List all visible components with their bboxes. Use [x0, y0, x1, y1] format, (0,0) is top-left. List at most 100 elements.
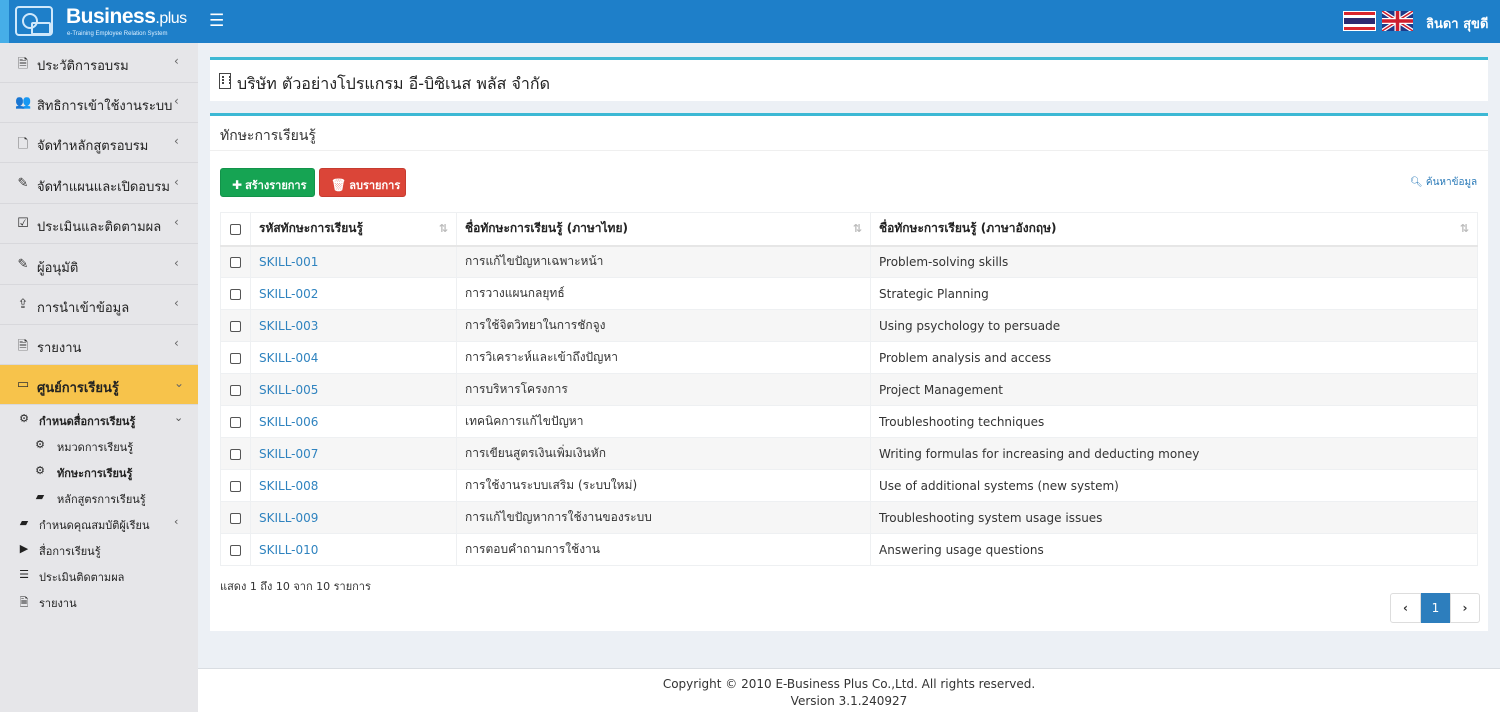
skill-code-link[interactable]: SKILL-008 [259, 479, 318, 493]
table-row[interactable]: SKILL-004 การวิเคราะห์และเข้าถึงปัญหา Pr… [220, 341, 1478, 374]
sidebar-item-reports[interactable]: 🗎 รายงาน ‹ [0, 325, 198, 365]
sidebar-subitem-learning-media-setup[interactable]: ⚙ กำหนดสื่อการเรียนรู้ ⌄ [0, 406, 198, 432]
row-checkbox[interactable] [230, 448, 241, 460]
column-header-name-th[interactable]: ชื่อทักษะการเรียนรู้ (ภาษาไทย) ⇅ [456, 212, 871, 247]
table-row[interactable]: SKILL-009 การแก้ไขปัญหาการใช้งานของระบบ … [220, 501, 1478, 534]
sidebar: 🗎 ประวัติการอบรม ‹ 👥 สิทธิการเข้าใช้งานร… [0, 43, 198, 712]
sidebar-item-data-import[interactable]: ⇪ การนำเข้าข้อมูล ‹ [0, 285, 198, 325]
table-row[interactable]: SKILL-005 การบริหารโครงการ Project Manag… [220, 373, 1478, 406]
row-checkbox[interactable] [230, 384, 241, 396]
logo-subtitle: e-Training Employee Relation System [67, 31, 168, 37]
uk-flag-icon[interactable] [1382, 11, 1413, 31]
sidebar-subitem-reports[interactable]: 🗎 รายงาน [0, 588, 198, 614]
sidebar-subitem-label: กำหนดสื่อการเรียนรู้ [39, 415, 136, 428]
select-all-cell [220, 212, 251, 247]
sidebar-subitem-label: กำหนดคุณสมบัติผู้เรียน [39, 519, 150, 532]
column-header-name-en[interactable]: ชื่อทักษะการเรียนรู้ (ภาษาอังกฤษ) ⇅ [870, 212, 1478, 247]
table-row[interactable]: SKILL-010 การตอบคำถามการใช้งาน Answering… [220, 533, 1478, 566]
sidebar-subitem-label: หมวดการเรียนรู้ [57, 441, 134, 454]
row-select-cell [220, 533, 251, 566]
sidebar-item-training-history[interactable]: 🗎 ประวัติการอบรม ‹ [0, 43, 198, 83]
table-row[interactable]: SKILL-008 การใช้งานระบบเสริม (ระบบใหม่) … [220, 469, 1478, 502]
skill-code-link[interactable]: SKILL-002 [259, 287, 318, 301]
row-checkbox[interactable] [230, 256, 241, 268]
row-checkbox[interactable] [230, 320, 241, 332]
sidebar-subitem-learning-categories[interactable]: ⚙ หมวดการเรียนรู้ [0, 432, 198, 458]
row-checkbox[interactable] [230, 544, 241, 556]
sidebar-item-evaluation[interactable]: ☑ ประเมินและติดตามผล ‹ [0, 204, 198, 244]
skill-name-en-cell: Problem analysis and access [870, 341, 1478, 374]
upload-icon: ⇪ [17, 297, 29, 312]
next-page-button[interactable]: › [1450, 593, 1480, 623]
sidebar-subitem-learning-skills[interactable]: ⚙ ทักษะการเรียนรู้ [0, 458, 198, 484]
table-row[interactable]: SKILL-007 การเขียนสูตรเงินเพิ่มเงินหัก W… [220, 437, 1478, 470]
table-row[interactable]: SKILL-003 การใช้จิตวิทยาในการชักจูง Usin… [220, 309, 1478, 342]
skill-name-th-cell: การวิเคราะห์และเข้าถึงปัญหา [456, 341, 871, 374]
table-row[interactable]: SKILL-002 การวางแผนกลยุทธ์ Strategic Pla… [220, 277, 1478, 310]
select-all-checkbox[interactable] [230, 223, 241, 235]
row-checkbox[interactable] [230, 416, 241, 428]
previous-page-button[interactable]: ‹ [1390, 593, 1421, 623]
list-icon: ☰ [19, 568, 29, 581]
chevron-left-icon: ‹ [174, 134, 179, 148]
chevron-left-icon: ‹ [174, 336, 179, 350]
skill-code-cell: SKILL-001 [250, 245, 457, 278]
skill-code-link[interactable]: SKILL-001 [259, 255, 318, 269]
gear-icon: ⚙ [35, 438, 45, 451]
delete-button[interactable]: 🗑 ลบรายการ [319, 168, 406, 197]
pdf-icon: 🗎 [17, 339, 29, 354]
sidebar-subitem-follow-up-evaluation[interactable]: ☰ ประเมินติดตามผล [0, 562, 198, 588]
app-logo[interactable]: Business.plus e-Training Employee Relati… [0, 0, 198, 43]
sidebar-item-learning-center[interactable]: ▭ ศูนย์การเรียนรู้ ⌄ [0, 365, 198, 405]
skill-code-link[interactable]: SKILL-007 [259, 447, 318, 461]
skill-name-en-cell: Project Management [870, 373, 1478, 406]
gear-icon: ⚙ [35, 464, 45, 477]
skill-code-link[interactable]: SKILL-006 [259, 415, 318, 429]
row-checkbox[interactable] [230, 512, 241, 524]
skill-code-cell: SKILL-009 [250, 501, 457, 534]
sort-icon: ⇅ [1459, 222, 1469, 235]
delete-button-label: ลบรายการ [349, 179, 401, 192]
sidebar-item-course-setup[interactable]: 🗋 จัดทำหลักสูตรอบรม ‹ [0, 123, 198, 163]
search-link[interactable]: 🔍︎ ค้นหาข้อมูล [1410, 175, 1477, 190]
edit-icon: ✎ [17, 176, 29, 191]
menu-toggle-icon[interactable]: ☰ [209, 11, 224, 31]
column-header-code[interactable]: รหัสทักษะการเรียนรู้ ⇅ [250, 212, 457, 247]
skill-name-th-cell: การบริหารโครงการ [456, 373, 871, 406]
skill-code-link[interactable]: SKILL-003 [259, 319, 318, 333]
version-text: Version 3.1.240927 [790, 694, 908, 708]
sidebar-item-access-rights[interactable]: 👥 สิทธิการเข้าใช้งานระบบ ‹ [0, 83, 198, 123]
sidebar-subitem-learning-media[interactable]: ▶ สื่อการเรียนรู้ [0, 536, 198, 562]
skill-code-cell: SKILL-003 [250, 309, 457, 342]
sidebar-item-label: ประวัติการอบรม [37, 59, 129, 74]
create-button[interactable]: ✚ สร้างรายการ [220, 168, 315, 197]
footer: Copyright © 2010 E-Business Plus Co.,Ltd… [198, 668, 1500, 712]
sidebar-subitem-learning-courses[interactable]: ▰ หลักสูตรการเรียนรู้ [0, 484, 198, 510]
skill-code-link[interactable]: SKILL-004 [259, 351, 318, 365]
row-checkbox[interactable] [230, 288, 241, 300]
thai-flag-icon[interactable] [1343, 11, 1376, 31]
user-name[interactable]: ลินดา สุขดี [1426, 13, 1488, 34]
page-1-button[interactable]: 1 [1421, 593, 1450, 623]
skill-code-cell: SKILL-010 [250, 533, 457, 566]
table-row[interactable]: SKILL-001 การแก้ไขปัญหาเฉพาะหน้า Problem… [220, 245, 1478, 278]
skill-code-link[interactable]: SKILL-005 [259, 383, 318, 397]
skill-code-link[interactable]: SKILL-009 [259, 511, 318, 525]
users-icon: 👥 [15, 95, 32, 110]
file-icon: 🗋 [17, 137, 29, 152]
sidebar-item-approver[interactable]: ✎ ผู้อนุมัติ ‹ [0, 245, 198, 285]
sidebar-item-label: ประเมินและติดตามผล [37, 220, 162, 235]
column-header-label: ชื่อทักษะการเรียนรู้ (ภาษาอังกฤษ) [879, 221, 1057, 236]
skill-name-th-cell: การใช้จิตวิทยาในการชักจูง [456, 309, 871, 342]
row-select-cell [220, 309, 251, 342]
skill-name-en-cell: Answering usage questions [870, 533, 1478, 566]
column-header-label: ชื่อทักษะการเรียนรู้ (ภาษาไทย) [465, 221, 628, 236]
sidebar-subitem-learner-qualifications[interactable]: ▰ กำหนดคุณสมบัติผู้เรียน ‹ [0, 510, 198, 536]
table-row[interactable]: SKILL-006 เทคนิคการแก้ไขปัญหา Troublesho… [220, 405, 1478, 438]
row-checkbox[interactable] [230, 352, 241, 364]
sidebar-item-training-plan[interactable]: ✎ จัดทำแผนและเปิดอบรม ‹ [0, 164, 198, 204]
row-checkbox[interactable] [230, 480, 241, 492]
chevron-left-icon: ‹ [174, 54, 179, 68]
skill-code-link[interactable]: SKILL-010 [259, 543, 318, 557]
chevron-left-icon: ‹ [174, 296, 179, 310]
